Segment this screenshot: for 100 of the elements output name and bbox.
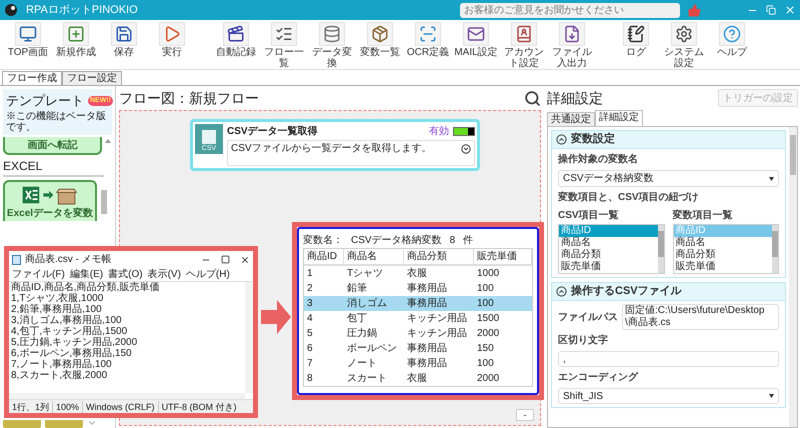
table-row[interactable]: 1 Tシャツ 衣服 1000 [304, 266, 532, 281]
caption-label: 変数名： [303, 234, 343, 248]
zoom-out-button[interactable]: - [516, 409, 534, 421]
encoding-select[interactable]: Shift_JIS [558, 388, 779, 404]
template-card[interactable]: Excelデータを変数 [3, 180, 97, 220]
column-header[interactable]: 商品分類 [404, 249, 474, 264]
menu-item[interactable]: ヘルプ(H) [186, 268, 230, 280]
column-header[interactable]: 販売単価 [474, 249, 532, 264]
list-item[interactable]: 商品分類 [559, 249, 658, 261]
scrollbar[interactable] [245, 282, 253, 393]
toolbar-button[interactable]: 新規作成 [52, 20, 100, 58]
restore-icon[interactable] [766, 5, 776, 15]
monitor-icon [19, 25, 37, 43]
close-icon[interactable] [240, 254, 250, 264]
flow-title: フロー図：新規フロー [119, 88, 259, 108]
status-item: UTF-8 (BOM 付き) [158, 400, 240, 412]
toolbar-button[interactable]: TOP画面 [4, 20, 52, 58]
menu-item[interactable]: ファイル(F) [12, 268, 65, 280]
thumbs-up-icon[interactable] [688, 4, 701, 16]
tab[interactable]: フロー作成 [2, 71, 62, 85]
table-cell-text: 100 [476, 357, 495, 371]
envelope-icon [467, 25, 485, 43]
table-row[interactable]: 4 包丁 キッチン用品 1500 [304, 311, 532, 326]
toolbar-button[interactable]: ヘルプ [708, 20, 756, 69]
table-cell-text: 6 [306, 342, 314, 356]
toolbar-button[interactable]: ログ [612, 20, 660, 69]
play-icon [163, 25, 181, 43]
plus-icon [67, 25, 85, 43]
table-cell-text: キッチン用品 [406, 312, 468, 326]
table-cell-text: 衣服 [406, 266, 428, 281]
table-row[interactable]: 8 スカート 衣服 2000 [304, 371, 532, 386]
variable-select[interactable]: CSVデータ格納変数 [558, 170, 779, 187]
file-path-field[interactable]: 固定値:C:\Users\future\Desktop\商品表.cs [622, 304, 779, 330]
scrollbar[interactable] [9, 393, 245, 399]
count-unit: 件 [463, 234, 474, 248]
table-row[interactable]: 7 ノート 事務用品 100 [304, 356, 532, 371]
list-item[interactable]: 販売単価 [559, 261, 658, 273]
beta-note: ※この機能はベータ版です。 [6, 110, 107, 132]
template-card[interactable]: 画面へ転記 [3, 136, 102, 154]
status-item: 100% [52, 400, 82, 412]
section-title: 操作するCSVファイル [571, 284, 682, 300]
toolbar-button[interactable]: OCR定義 [404, 20, 452, 69]
table-row[interactable]: 6 ボールペン 事務用品 150 [304, 341, 532, 356]
scrollbar[interactable] [789, 127, 797, 427]
field-label: ファイルパス [558, 310, 618, 324]
search-icon[interactable] [524, 90, 541, 106]
menu-item[interactable]: 書式(O) [108, 268, 143, 280]
table-cell-text: 圧力鍋 [346, 326, 378, 341]
field-label: エンコーディング [558, 371, 640, 385]
menu-item[interactable]: 表示(V) [148, 268, 181, 280]
notepad-icon [12, 254, 21, 264]
toolbar-button[interactable]: 実行 [148, 20, 196, 58]
list-item[interactable]: 商品名 [674, 237, 772, 249]
menu-item[interactable]: 編集(E) [70, 268, 104, 280]
table-cell-text: 1000 [476, 267, 500, 281]
table-row[interactable]: 5 圧力鍋 キッチン用品 2000 [304, 326, 532, 341]
node-title: CSVデータ一覧取得 [227, 124, 319, 139]
list-item[interactable]: 商品名 [559, 237, 658, 249]
scrollbar[interactable] [101, 190, 107, 214]
scrollbar[interactable] [658, 225, 664, 273]
list-item[interactable]: 商品分類 [674, 249, 772, 261]
enable-toggle[interactable] [453, 127, 475, 136]
table-cell-text: 8 [306, 372, 314, 386]
list-item[interactable]: 販売単価 [674, 261, 772, 273]
table-row[interactable]: 3 消しゴム 事務用品 100 [304, 296, 532, 311]
section-header[interactable]: 変数設定 [552, 131, 785, 149]
scroll-up-icon[interactable] [104, 136, 112, 144]
tab[interactable]: 共通設定 [547, 112, 595, 126]
toolbar-button[interactable]: 自動記録 [212, 20, 260, 69]
scanner-icon [419, 25, 437, 43]
table-cell-text: ノート [346, 357, 378, 371]
address-book-icon [515, 25, 533, 43]
database-icon [323, 25, 341, 43]
window-title: 商品表.csv - メモ帳 [25, 252, 113, 267]
scrollbar[interactable] [772, 225, 778, 273]
dropdown-icon [769, 176, 774, 180]
delimiter-field[interactable]: , [558, 351, 779, 367]
toolbar-button[interactable]: システム設定 [660, 20, 708, 69]
toolbar-button[interactable]: アカウント設定 [500, 20, 548, 69]
text-area[interactable]: 商品ID,商品名,商品分類,販売単価 1,Tシャツ,衣服,1000 2,鉛筆,事務用品,100 3,消しゴム,事務用品,100 4,包丁,キッチン用品,1500 5,圧力鍋,キッチン用品,2000 6,ボールペン,事務用品,150 7,ノート,事務用品,100 8,スカート,衣服,2000 [9, 282, 245, 393]
table-cell-text: キッチン用品 [406, 327, 468, 341]
toolbar-button[interactable]: 変数一覧 [356, 20, 404, 69]
toolbar-button[interactable]: ファイル入出力 [548, 20, 596, 69]
tab[interactable]: 詳細設定 [595, 110, 643, 126]
toolbar-button[interactable]: MAIL設定 [452, 20, 500, 69]
table-cell-text: 事務用品 [406, 356, 448, 371]
column-header[interactable]: 商品ID [304, 249, 344, 264]
toolbar-button[interactable]: フロー一覧 [260, 20, 308, 69]
tab[interactable]: フロー設定 [62, 71, 122, 85]
expand-icon[interactable] [461, 144, 471, 154]
dropdown-icon [769, 394, 774, 398]
app-title: RPAロボットPINOKIO [26, 2, 138, 18]
maximize-icon[interactable] [221, 255, 230, 264]
table-row[interactable]: 2 鉛筆 事務用品 100 [304, 281, 532, 296]
column-header[interactable]: 商品名 [344, 249, 404, 264]
toolbar-button[interactable]: データ変換 [308, 20, 356, 69]
section-header[interactable]: 操作するCSVファイル [552, 283, 785, 301]
table-cell-text: 包丁 [346, 312, 368, 326]
feedback-field[interactable]: お客様のご意見をお聞かせください [460, 2, 680, 18]
toolbar-button[interactable]: 保存 [100, 20, 148, 58]
